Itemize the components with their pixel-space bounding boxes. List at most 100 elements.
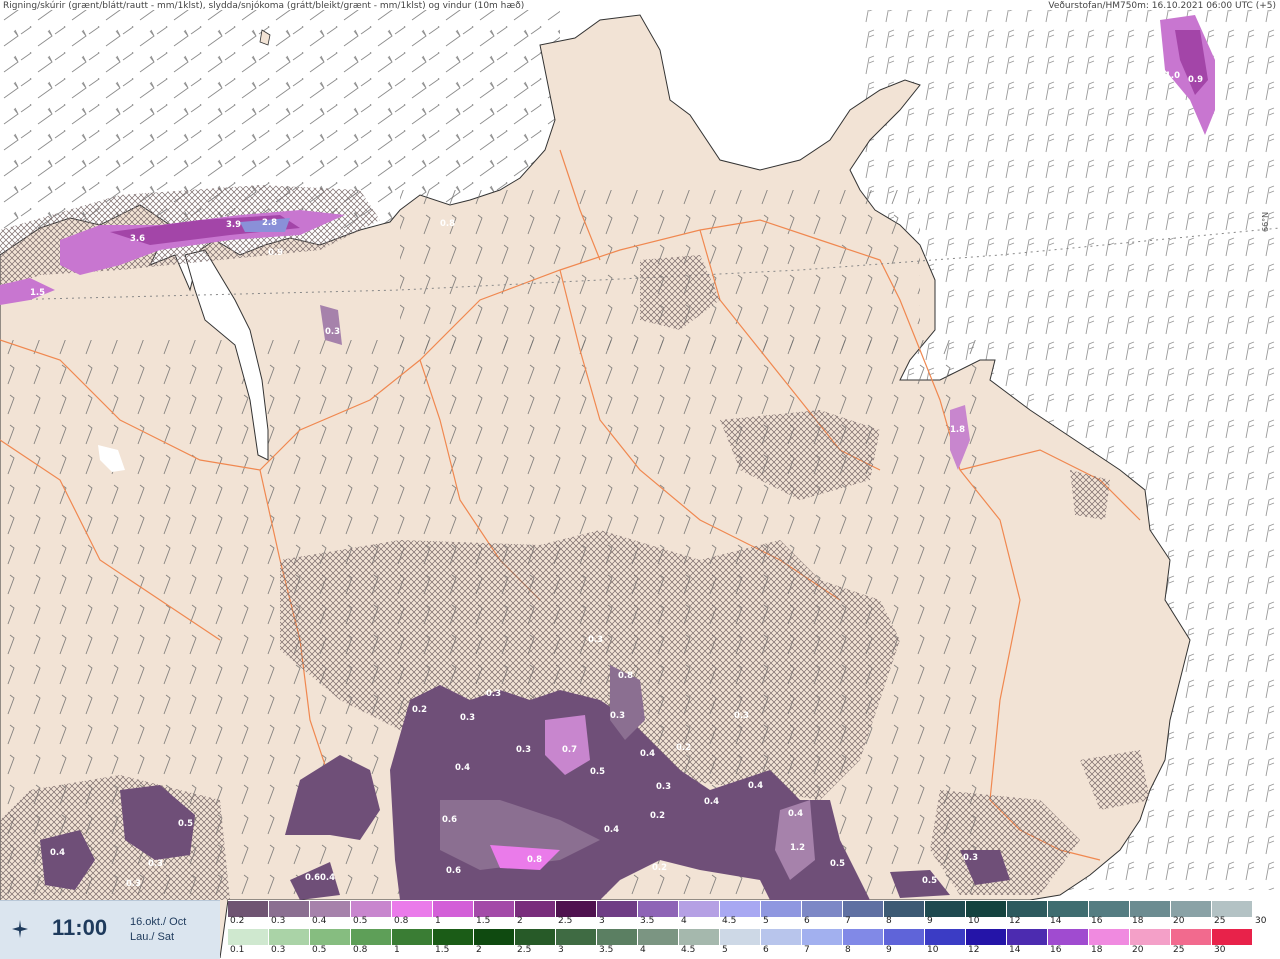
legend-swatch: [228, 929, 269, 945]
legend-tick-label: 30: [1255, 916, 1267, 926]
legend-tick-label: 25: [1214, 916, 1226, 926]
legend-swatch: [802, 901, 843, 917]
legend-tick-label: 0.8: [353, 945, 368, 955]
forecast-time-panel: 11:00 16.okt./ Oct Lau./ Sat: [0, 900, 220, 959]
legend-tick-label: 0.8: [394, 916, 409, 926]
legend-swatch: [515, 901, 556, 917]
precip-label: 0.2: [650, 811, 665, 821]
legend-swatch: [556, 901, 597, 917]
legend-tick-label: 1: [394, 945, 400, 955]
weather-service-logo-icon: [12, 920, 28, 938]
legend-swatch: [720, 901, 761, 917]
legend-tick-label: 1.5: [435, 945, 450, 955]
legend-tick-label: 6: [804, 916, 810, 926]
precip-label: 0.8: [527, 855, 542, 865]
precip-label: 0.4: [704, 797, 719, 807]
legend-swatch: [1089, 901, 1130, 917]
precip-label: 0.8: [618, 671, 633, 681]
legend-swatch: [351, 929, 392, 945]
legend-swatch: [925, 901, 966, 917]
legend-swatch: [1212, 929, 1253, 945]
legend-tick-label: 18: [1132, 916, 1144, 926]
forecast-date: 16.okt./ Oct: [130, 916, 187, 928]
legend-tick-label: 7: [804, 945, 810, 955]
legend-swatch: [1007, 929, 1048, 945]
legend-swatch: [761, 929, 802, 945]
precip-label: 0.2: [676, 743, 691, 753]
legend-tick-label: 20: [1173, 916, 1185, 926]
precip-label: 0.3: [610, 711, 625, 721]
precip-label: 0.3: [325, 327, 340, 337]
legend-tick-label: 9: [927, 916, 933, 926]
legend-tick-label: 12: [1009, 916, 1021, 926]
legend-swatch: [1171, 929, 1212, 945]
precip-label: 0.6: [446, 866, 461, 876]
precip-label: 0.5: [922, 876, 937, 886]
legend-tick-label: 2: [517, 916, 523, 926]
legend-swatch: [310, 901, 351, 917]
legend-swatch: [638, 901, 679, 917]
legend-swatch: [392, 929, 433, 945]
legend-tick-label: 18: [1091, 945, 1103, 955]
legend-swatch: [597, 901, 638, 917]
legend-swatch: [1171, 901, 1212, 917]
legend-tick-label: 5: [722, 945, 728, 955]
legend-tick-label: 7: [845, 916, 851, 926]
precip-label: 0.5: [830, 859, 845, 869]
legend-swatch: [433, 901, 474, 917]
legend-tick-label: 3: [558, 945, 564, 955]
legend-swatch: [1130, 901, 1171, 917]
precip-label: 1.5: [30, 288, 45, 298]
legend-tick-label: 16: [1050, 945, 1062, 955]
snow-scale: [228, 901, 1278, 917]
legend-swatch: [228, 901, 269, 917]
legend-swatch: [269, 929, 310, 945]
precip-label: 2.8: [262, 218, 277, 228]
legend-swatch: [392, 901, 433, 917]
legend-swatch: [1212, 901, 1253, 917]
legend-tick-label: 0.5: [353, 916, 368, 926]
precip-label: 0.4: [50, 848, 65, 858]
legend-tick-label: 5: [763, 916, 769, 926]
precip-label: 0.5: [178, 819, 193, 829]
forecast-time: 11:00: [52, 915, 108, 940]
legend-tick-label: 0.1: [230, 945, 245, 955]
precip-label: 1.2: [790, 843, 805, 853]
precip-label: 0.3: [460, 713, 475, 723]
precip-label: 0.9: [1188, 75, 1203, 85]
precip-label: 0.3: [148, 859, 163, 869]
legend-tick-label: 6: [763, 945, 769, 955]
legend-tick-label: 4: [681, 916, 687, 926]
precip-label: 0.4: [320, 873, 335, 883]
legend-swatch: [761, 901, 802, 917]
precip-label: 1.0: [1165, 71, 1180, 81]
legend-swatch: [310, 929, 351, 945]
legend-tick-label: 0.2: [230, 916, 245, 926]
precip-label: 0.2: [412, 705, 427, 715]
legend-tick-label: 4.5: [681, 945, 696, 955]
precip-label: 0.5: [590, 767, 605, 777]
legend-tick-label: 3.5: [640, 916, 655, 926]
legend-tick-label: 14: [1009, 945, 1021, 955]
legend-swatch: [269, 901, 310, 917]
precip-label: 0.9: [268, 248, 283, 258]
legend-tick-label: 14: [1050, 916, 1062, 926]
precip-label: 0.4: [455, 763, 470, 773]
precip-label: 0.4: [640, 749, 655, 759]
model-timestamp: Veðurstofan/HM750m: 16.10.2021 06:00 UTC…: [1048, 1, 1276, 11]
legend-swatch: [884, 929, 925, 945]
legend-swatch: [597, 929, 638, 945]
legend-tick-label: 0.5: [312, 945, 327, 955]
legend-swatch: [966, 929, 1007, 945]
precip-label: 0.3: [656, 782, 671, 792]
legend-tick-label: 16: [1091, 916, 1103, 926]
precip-label: 0.3: [963, 853, 978, 863]
legend-swatch: [925, 929, 966, 945]
legend-tick-label: 2: [476, 945, 482, 955]
legend-tick-label: 1.5: [476, 916, 491, 926]
precip-label: 0.3: [126, 879, 141, 889]
legend-swatch: [802, 929, 843, 945]
legend-tick-label: 0.4: [312, 916, 327, 926]
precip-label: 0.7: [562, 745, 577, 755]
precip-label: 0.6: [305, 873, 320, 883]
